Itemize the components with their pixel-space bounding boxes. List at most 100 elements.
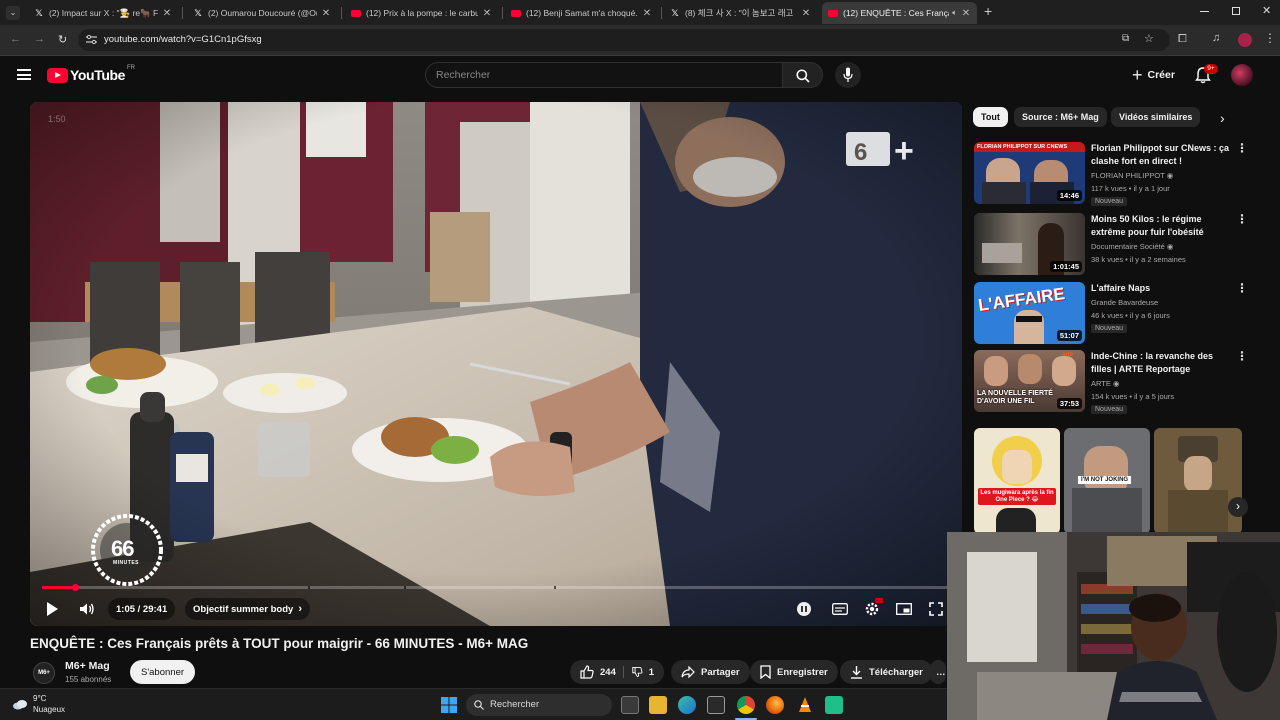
subtitles-icon xyxy=(832,603,848,615)
profile-avatar[interactable] xyxy=(1238,33,1252,47)
address-bar[interactable]: youtube.com/watch?v=G1Cn1pGfsxg ⧉ ☆ xyxy=(78,29,1170,51)
share-button[interactable]: Partager xyxy=(671,660,750,684)
minimize-icon[interactable] xyxy=(1200,11,1209,12)
short-thumbnail[interactable]: Les mugiwara après la fin One Piece ? 😂 xyxy=(974,428,1060,534)
weather-condition[interactable]: Nuageux xyxy=(33,705,65,714)
close-tab-icon[interactable]: ✕ xyxy=(162,8,172,19)
forward-icon[interactable]: → xyxy=(34,33,45,45)
back-icon[interactable]: ← xyxy=(10,33,21,45)
search-input[interactable] xyxy=(436,69,756,81)
recommendation-item[interactable]: FLORIAN PHILIPPOT SUR CNEWS 14:46 Floria… xyxy=(974,142,1248,206)
recommendation-item[interactable]: arte LA NOUVELLE FIERTÉ D'AVOIR UNE FIL … xyxy=(974,350,1248,414)
more-options-icon[interactable]: ⋮ xyxy=(1236,142,1248,154)
more-actions-button[interactable]: … xyxy=(930,660,946,684)
autoplay-toggle[interactable] xyxy=(793,598,815,620)
firefox-icon[interactable] xyxy=(766,696,784,714)
recommendation-item[interactable]: 1:01:45 Moins 50 Kilos : le régime extrê… xyxy=(974,213,1248,275)
windows-start-icon[interactable] xyxy=(441,697,457,713)
chip-all[interactable]: Tout xyxy=(973,107,1008,127)
close-tab-icon[interactable]: ✕ xyxy=(801,8,811,19)
recommendation-channel[interactable]: FLORIAN PHILIPPOT ◉ xyxy=(1091,171,1173,180)
site-info-icon[interactable] xyxy=(86,35,97,45)
close-tab-icon[interactable]: ✕ xyxy=(642,8,652,19)
recommendation-title[interactable]: Moins 50 Kilos : le régime extrême pour … xyxy=(1091,213,1231,238)
recommendation-channel[interactable]: Documentaire Société ◉ xyxy=(1091,242,1173,251)
channel-avatar[interactable]: M6+ xyxy=(33,662,55,684)
miniplayer-button[interactable] xyxy=(893,598,915,620)
reload-icon[interactable]: ↻ xyxy=(58,33,67,46)
chip-similar[interactable]: Vidéos similaires xyxy=(1111,107,1201,127)
recommendation-item[interactable]: L'AFFAIRE 51:07 L'affaire Naps Grande Ba… xyxy=(974,282,1248,344)
cloud-icon[interactable] xyxy=(12,698,28,710)
restore-icon[interactable] xyxy=(1232,7,1240,15)
save-button[interactable]: Enregistrer xyxy=(750,660,838,684)
play-button[interactable] xyxy=(41,598,63,620)
recommendation-title[interactable]: Florian Philippot sur CNews : ça clashe … xyxy=(1091,142,1231,167)
browser-tab[interactable]: 𝕏 (2) Oumarou Doucouré (@Oum ✕ xyxy=(187,2,337,24)
extensions-icon[interactable]: ⧠ xyxy=(1178,33,1187,46)
search-box[interactable] xyxy=(425,62,783,88)
short-thumbnail[interactable]: I'M NOT JOKING xyxy=(1064,428,1150,534)
browser-menu-icon[interactable]: ⋮ xyxy=(1264,31,1276,45)
progress-bar[interactable] xyxy=(42,584,950,591)
subscribe-button[interactable]: S'abonner xyxy=(130,660,196,684)
store-icon[interactable] xyxy=(707,696,725,714)
video-thumbnail[interactable]: arte LA NOUVELLE FIERTÉ D'AVOIR UNE FIL … xyxy=(974,350,1085,412)
media-controls-icon[interactable]: ♫ xyxy=(1212,32,1220,44)
install-app-icon[interactable]: ⧉ xyxy=(1122,33,1129,44)
chrome-icon[interactable] xyxy=(737,696,755,714)
plus-icon: + xyxy=(1132,65,1143,85)
more-options-icon[interactable]: ⋮ xyxy=(1236,282,1248,294)
chevron-right-icon[interactable]: › xyxy=(1220,110,1225,126)
browser-tab[interactable]: 𝕏 (2) Impact sur X : "🧑‍🍳 re🐂 FLA ✕ xyxy=(28,2,178,24)
close-tab-icon[interactable]: ✕ xyxy=(482,8,492,19)
short-thumbnail[interactable] xyxy=(1154,428,1242,534)
create-button[interactable]: + Créer xyxy=(1124,62,1183,88)
tab-list-dropdown[interactable]: ⌄ xyxy=(6,6,20,20)
close-tab-icon[interactable]: ✕ xyxy=(961,8,971,19)
browser-tab[interactable]: (12) Prix à la pompe : le carbur ✕ xyxy=(345,2,498,24)
download-button[interactable]: Télécharger xyxy=(840,660,933,684)
task-view-icon[interactable] xyxy=(621,696,639,714)
vlc-icon[interactable] xyxy=(796,696,814,714)
search-button[interactable] xyxy=(783,62,823,88)
account-avatar[interactable] xyxy=(1231,64,1253,86)
bookmark-star-icon[interactable]: ☆ xyxy=(1144,32,1154,45)
close-window-icon[interactable]: ✕ xyxy=(1262,4,1271,17)
video-thumbnail[interactable]: L'AFFAIRE 51:07 xyxy=(974,282,1085,344)
video-thumbnail[interactable]: FLORIAN PHILIPPOT SUR CNEWS 14:46 xyxy=(974,142,1085,204)
recommendation-channel[interactable]: ARTE ◉ xyxy=(1091,379,1120,388)
voice-search-button[interactable] xyxy=(835,62,861,88)
chip-source[interactable]: Source : M6+ Mag xyxy=(1014,107,1107,127)
chapter-button[interactable]: Objectif summer body › xyxy=(185,598,310,620)
weather-temperature[interactable]: 9°C xyxy=(33,694,46,703)
more-options-icon[interactable]: ⋮ xyxy=(1236,350,1248,362)
channel-name[interactable]: M6+ Mag xyxy=(65,660,110,672)
recommendation-title[interactable]: L'affaire Naps xyxy=(1091,282,1231,295)
shorts-next-button[interactable]: › xyxy=(1228,497,1248,517)
new-tab-button[interactable]: + xyxy=(984,3,992,19)
settings-button[interactable] xyxy=(861,598,883,620)
browser-tab-active[interactable]: (12) ENQUÊTE : Ces Françai 🔈︎ ✕ xyxy=(822,2,977,24)
menu-hamburger-icon[interactable] xyxy=(17,69,31,80)
close-tab-icon[interactable]: ✕ xyxy=(321,8,331,19)
taskbar-search[interactable]: Rechercher xyxy=(466,694,612,716)
youtube-logo[interactable]: YouTube FR xyxy=(47,65,135,83)
dislike-button[interactable]: 1 xyxy=(624,660,664,684)
file-explorer-icon[interactable] xyxy=(649,696,667,714)
edge-icon[interactable] xyxy=(678,696,696,714)
recommendation-channel[interactable]: Grande Bavardeuse xyxy=(1091,298,1158,307)
video-thumbnail[interactable]: 1:01:45 xyxy=(974,213,1085,275)
speaker-icon[interactable]: 🔈︎ xyxy=(952,8,957,18)
recommendation-title[interactable]: Inde-Chine : la revanche des filles | AR… xyxy=(1091,350,1231,375)
subtitles-button[interactable] xyxy=(829,598,851,620)
like-button[interactable]: 244 xyxy=(570,660,624,684)
video-player[interactable]: 6 + 1:50 66 MINUTES 1:05 / 29:41 Objecti… xyxy=(30,102,962,626)
progress-scrubber[interactable] xyxy=(72,584,79,591)
more-options-icon[interactable]: ⋮ xyxy=(1236,213,1248,225)
browser-tab[interactable]: 𝕏 (8) 체크 사 X : "이 놈보고 래고 ✕ xyxy=(664,2,817,24)
volume-button[interactable] xyxy=(76,598,98,620)
app-icon[interactable] xyxy=(825,696,843,714)
browser-tab[interactable]: (12) Benji Samat m'a choqué... ✕ xyxy=(505,2,658,24)
fullscreen-button[interactable] xyxy=(925,598,947,620)
